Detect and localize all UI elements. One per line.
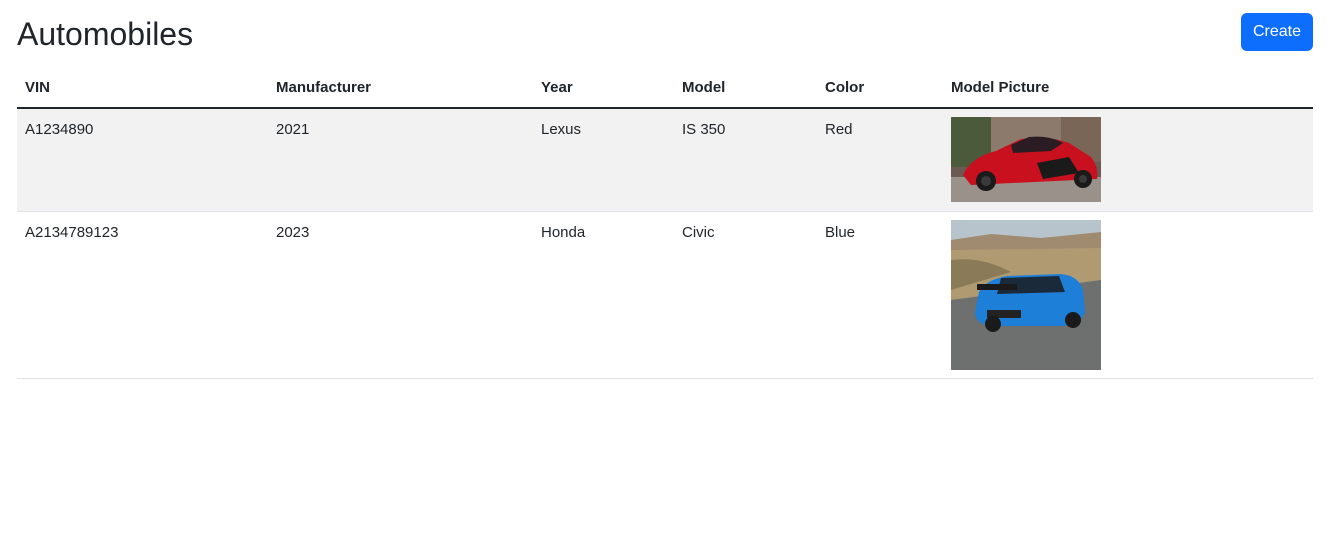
- column-header-model: Model: [674, 68, 817, 109]
- column-header-model-picture: Model Picture: [943, 68, 1313, 109]
- column-header-color: Color: [817, 68, 943, 109]
- cell-color: Blue: [817, 211, 943, 379]
- cell-model: IS 350: [674, 108, 817, 212]
- table-header-row: VIN Manufacturer Year Model Color Model …: [17, 68, 1313, 109]
- cell-year: Honda: [533, 211, 674, 379]
- blue-honda-civic-image: [951, 219, 1101, 370]
- cell-manufacturer: 2021: [268, 108, 533, 212]
- cell-vin: A2134789123: [17, 211, 268, 379]
- table-row: A1234890 2021 Lexus IS 350 Red: [17, 108, 1313, 212]
- cell-model-picture: [943, 108, 1313, 212]
- page-title: Automobiles: [17, 16, 194, 52]
- cell-model: Civic: [674, 211, 817, 379]
- cell-color: Red: [817, 108, 943, 212]
- cell-year: Lexus: [533, 108, 674, 212]
- table-row: A2134789123 2023 Honda Civic Blue: [17, 211, 1313, 379]
- column-header-year: Year: [533, 68, 674, 109]
- cell-model-picture: [943, 211, 1313, 379]
- cell-vin: A1234890: [17, 108, 268, 212]
- automobiles-table: VIN Manufacturer Year Model Color Model …: [17, 68, 1313, 379]
- cell-manufacturer: 2023: [268, 211, 533, 379]
- red-lexus-sedan-image: [951, 117, 1101, 202]
- column-header-manufacturer: Manufacturer: [268, 68, 533, 109]
- column-header-vin: VIN: [17, 68, 268, 109]
- create-button[interactable]: Create: [1241, 13, 1313, 51]
